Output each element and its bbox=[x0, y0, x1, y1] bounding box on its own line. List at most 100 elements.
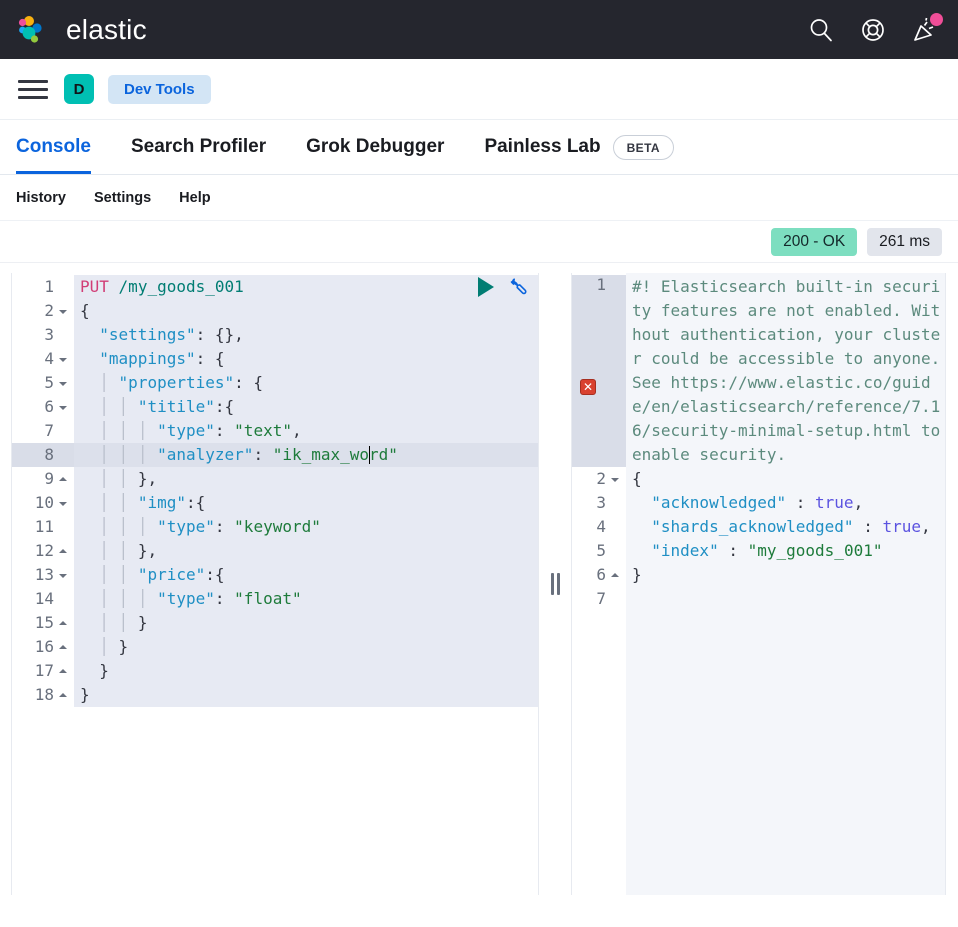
request-code-line[interactable]: │ │ "titile":{ bbox=[74, 395, 538, 419]
request-code-line[interactable]: } bbox=[74, 683, 538, 707]
request-code-line[interactable]: │ │ "price":{ bbox=[74, 563, 538, 587]
request-code-line[interactable]: } bbox=[74, 659, 538, 683]
request-line-number: 5 bbox=[12, 371, 74, 395]
brand-name: elastic bbox=[66, 13, 147, 45]
response-line-number: 7 bbox=[596, 589, 606, 608]
response-code-line[interactable] bbox=[626, 587, 945, 611]
devtools-tabs: Console Search Profiler Grok Debugger Pa… bbox=[0, 119, 958, 175]
resize-handle[interactable] bbox=[550, 573, 560, 595]
response-code-line[interactable]: } bbox=[626, 563, 945, 587]
request-code-line[interactable]: │ │ │ "type": "keyword" bbox=[74, 515, 538, 539]
response-code[interactable]: #! Elasticsearch built-in security featu… bbox=[626, 273, 945, 895]
request-line-number: 9 bbox=[12, 467, 74, 491]
header-actions bbox=[806, 12, 943, 45]
response-code-line[interactable]: "shards_acknowledged" : true, bbox=[626, 515, 945, 539]
request-code-line[interactable]: │ │ }, bbox=[74, 467, 538, 491]
response-line-number: 3 bbox=[596, 493, 606, 512]
play-icon[interactable] bbox=[478, 277, 494, 297]
request-line-number: 7 bbox=[44, 421, 54, 440]
request-line-number: 10 bbox=[12, 491, 74, 515]
global-header: elastic bbox=[0, 0, 958, 59]
tab-search-profiler-label: Search Profiler bbox=[130, 136, 267, 157]
fold-toggle-icon[interactable] bbox=[59, 403, 68, 412]
request-line-number: 11 bbox=[34, 517, 54, 536]
request-code-line[interactable]: │ │ } bbox=[74, 611, 538, 635]
submenu-item-settings[interactable]: Settings bbox=[94, 190, 151, 206]
response-warning: #! Elasticsearch built-in security featu… bbox=[626, 275, 945, 467]
response-editor[interactable]: 1 ✕ 2 3 4 5 6 7 #! Elasticsearch built-in secur… bbox=[571, 273, 946, 895]
request-code-line[interactable]: PUT /my_goods_001 bbox=[74, 275, 538, 299]
brand[interactable]: elastic bbox=[16, 13, 147, 47]
request-line-number: 14 bbox=[34, 589, 54, 608]
request-line-number: 18 bbox=[12, 683, 74, 707]
duration-badge: 261 ms bbox=[867, 227, 942, 256]
request-line-number: 16 bbox=[12, 635, 74, 659]
request-line-number: 12 bbox=[12, 539, 74, 563]
fold-toggle-icon[interactable] bbox=[611, 571, 620, 580]
error-marker-icon[interactable]: ✕ bbox=[580, 379, 596, 395]
elastic-logo-icon bbox=[16, 13, 52, 47]
fold-toggle-icon[interactable] bbox=[59, 307, 68, 316]
response-gutter: 1 ✕ 2 3 4 5 6 7 bbox=[572, 273, 626, 895]
request-code-line[interactable]: │ } bbox=[74, 635, 538, 659]
request-line-number: 17 bbox=[12, 659, 74, 683]
request-code[interactable]: PUT /my_goods_001{ "settings": {}, "mapp… bbox=[74, 273, 538, 895]
request-code-line[interactable]: │ │ │ "type": "float" bbox=[74, 587, 538, 611]
response-status-bar: 200 - OK 261 ms bbox=[0, 221, 958, 263]
help-icon[interactable] bbox=[858, 15, 888, 45]
announcements-icon[interactable] bbox=[910, 12, 943, 45]
request-editor[interactable]: 1 2 3 4 5 6 7 8 9 10 11 12 13 14 15 16 17 18 PUT /my_good… bbox=[11, 273, 539, 895]
tab-console-label: Console bbox=[16, 136, 91, 157]
response-line-number: 4 bbox=[596, 517, 606, 536]
fold-toggle-icon[interactable] bbox=[59, 355, 68, 364]
fold-toggle-icon[interactable] bbox=[59, 691, 68, 700]
fold-toggle-icon[interactable] bbox=[59, 571, 68, 580]
tab-console[interactable]: Console bbox=[16, 120, 111, 174]
submenu-item-help[interactable]: Help bbox=[179, 190, 210, 206]
request-line-number: 1 bbox=[44, 277, 54, 296]
tab-painless-lab-label: Painless Lab bbox=[484, 136, 601, 157]
space-avatar[interactable]: D bbox=[64, 74, 94, 104]
search-icon[interactable] bbox=[806, 15, 836, 45]
wrench-icon[interactable] bbox=[506, 276, 528, 298]
menu-icon[interactable] bbox=[16, 76, 50, 102]
fold-toggle-icon[interactable] bbox=[59, 379, 68, 388]
request-code-line[interactable]: │ "properties": { bbox=[74, 371, 538, 395]
request-line-number: 2 bbox=[12, 299, 74, 323]
request-gutter: 1 2 3 4 5 6 7 8 9 10 11 12 13 14 15 16 17 18 bbox=[12, 273, 74, 895]
fold-toggle-icon[interactable] bbox=[59, 643, 68, 652]
request-code-line[interactable]: "settings": {}, bbox=[74, 323, 538, 347]
response-code-line[interactable]: { bbox=[626, 467, 945, 491]
fold-toggle-icon[interactable] bbox=[59, 619, 68, 628]
fold-toggle-icon[interactable] bbox=[59, 547, 68, 556]
request-code-line[interactable]: │ │ }, bbox=[74, 539, 538, 563]
request-code-line[interactable]: "mappings": { bbox=[74, 347, 538, 371]
notification-dot bbox=[930, 12, 943, 26]
breadcrumb-item-dev-tools[interactable]: Dev Tools bbox=[108, 74, 211, 104]
console-body: 1 2 3 4 5 6 7 8 9 10 11 12 13 14 15 16 17 18 PUT /my_good… bbox=[0, 263, 958, 898]
request-code-line[interactable]: { bbox=[74, 299, 538, 323]
response-line-number: 5 bbox=[596, 541, 606, 560]
tab-search-profiler[interactable]: Search Profiler bbox=[111, 120, 286, 174]
fold-toggle-icon[interactable] bbox=[611, 475, 620, 484]
pane-splitter[interactable] bbox=[539, 273, 571, 895]
fold-toggle-icon[interactable] bbox=[59, 499, 68, 508]
request-line-number: 3 bbox=[44, 325, 54, 344]
response-line-number: 1 bbox=[572, 275, 626, 467]
fold-toggle-icon[interactable] bbox=[59, 667, 68, 676]
tab-grok-debugger[interactable]: Grok Debugger bbox=[286, 120, 464, 174]
request-code-line[interactable]: │ │ │ "analyzer": "ik_max_word" bbox=[74, 443, 538, 467]
beta-badge: BETA bbox=[612, 134, 674, 160]
request-code-line[interactable]: │ │ "img":{ bbox=[74, 491, 538, 515]
response-line-number: 6 bbox=[572, 563, 626, 587]
submenu-item-history[interactable]: History bbox=[16, 190, 66, 206]
response-code-line[interactable]: "index" : "my_goods_001" bbox=[626, 539, 945, 563]
request-code-line[interactable]: │ │ │ "type": "text", bbox=[74, 419, 538, 443]
tab-painless-lab[interactable]: Painless Lab BETA bbox=[464, 120, 694, 174]
tab-grok-debugger-label: Grok Debugger bbox=[306, 136, 445, 157]
fold-toggle-icon[interactable] bbox=[59, 475, 68, 484]
request-line-number: 15 bbox=[12, 611, 74, 635]
console-submenu: History Settings Help bbox=[0, 175, 958, 221]
request-line-number: 8 bbox=[12, 443, 74, 467]
response-code-line[interactable]: "acknowledged" : true, bbox=[626, 491, 945, 515]
